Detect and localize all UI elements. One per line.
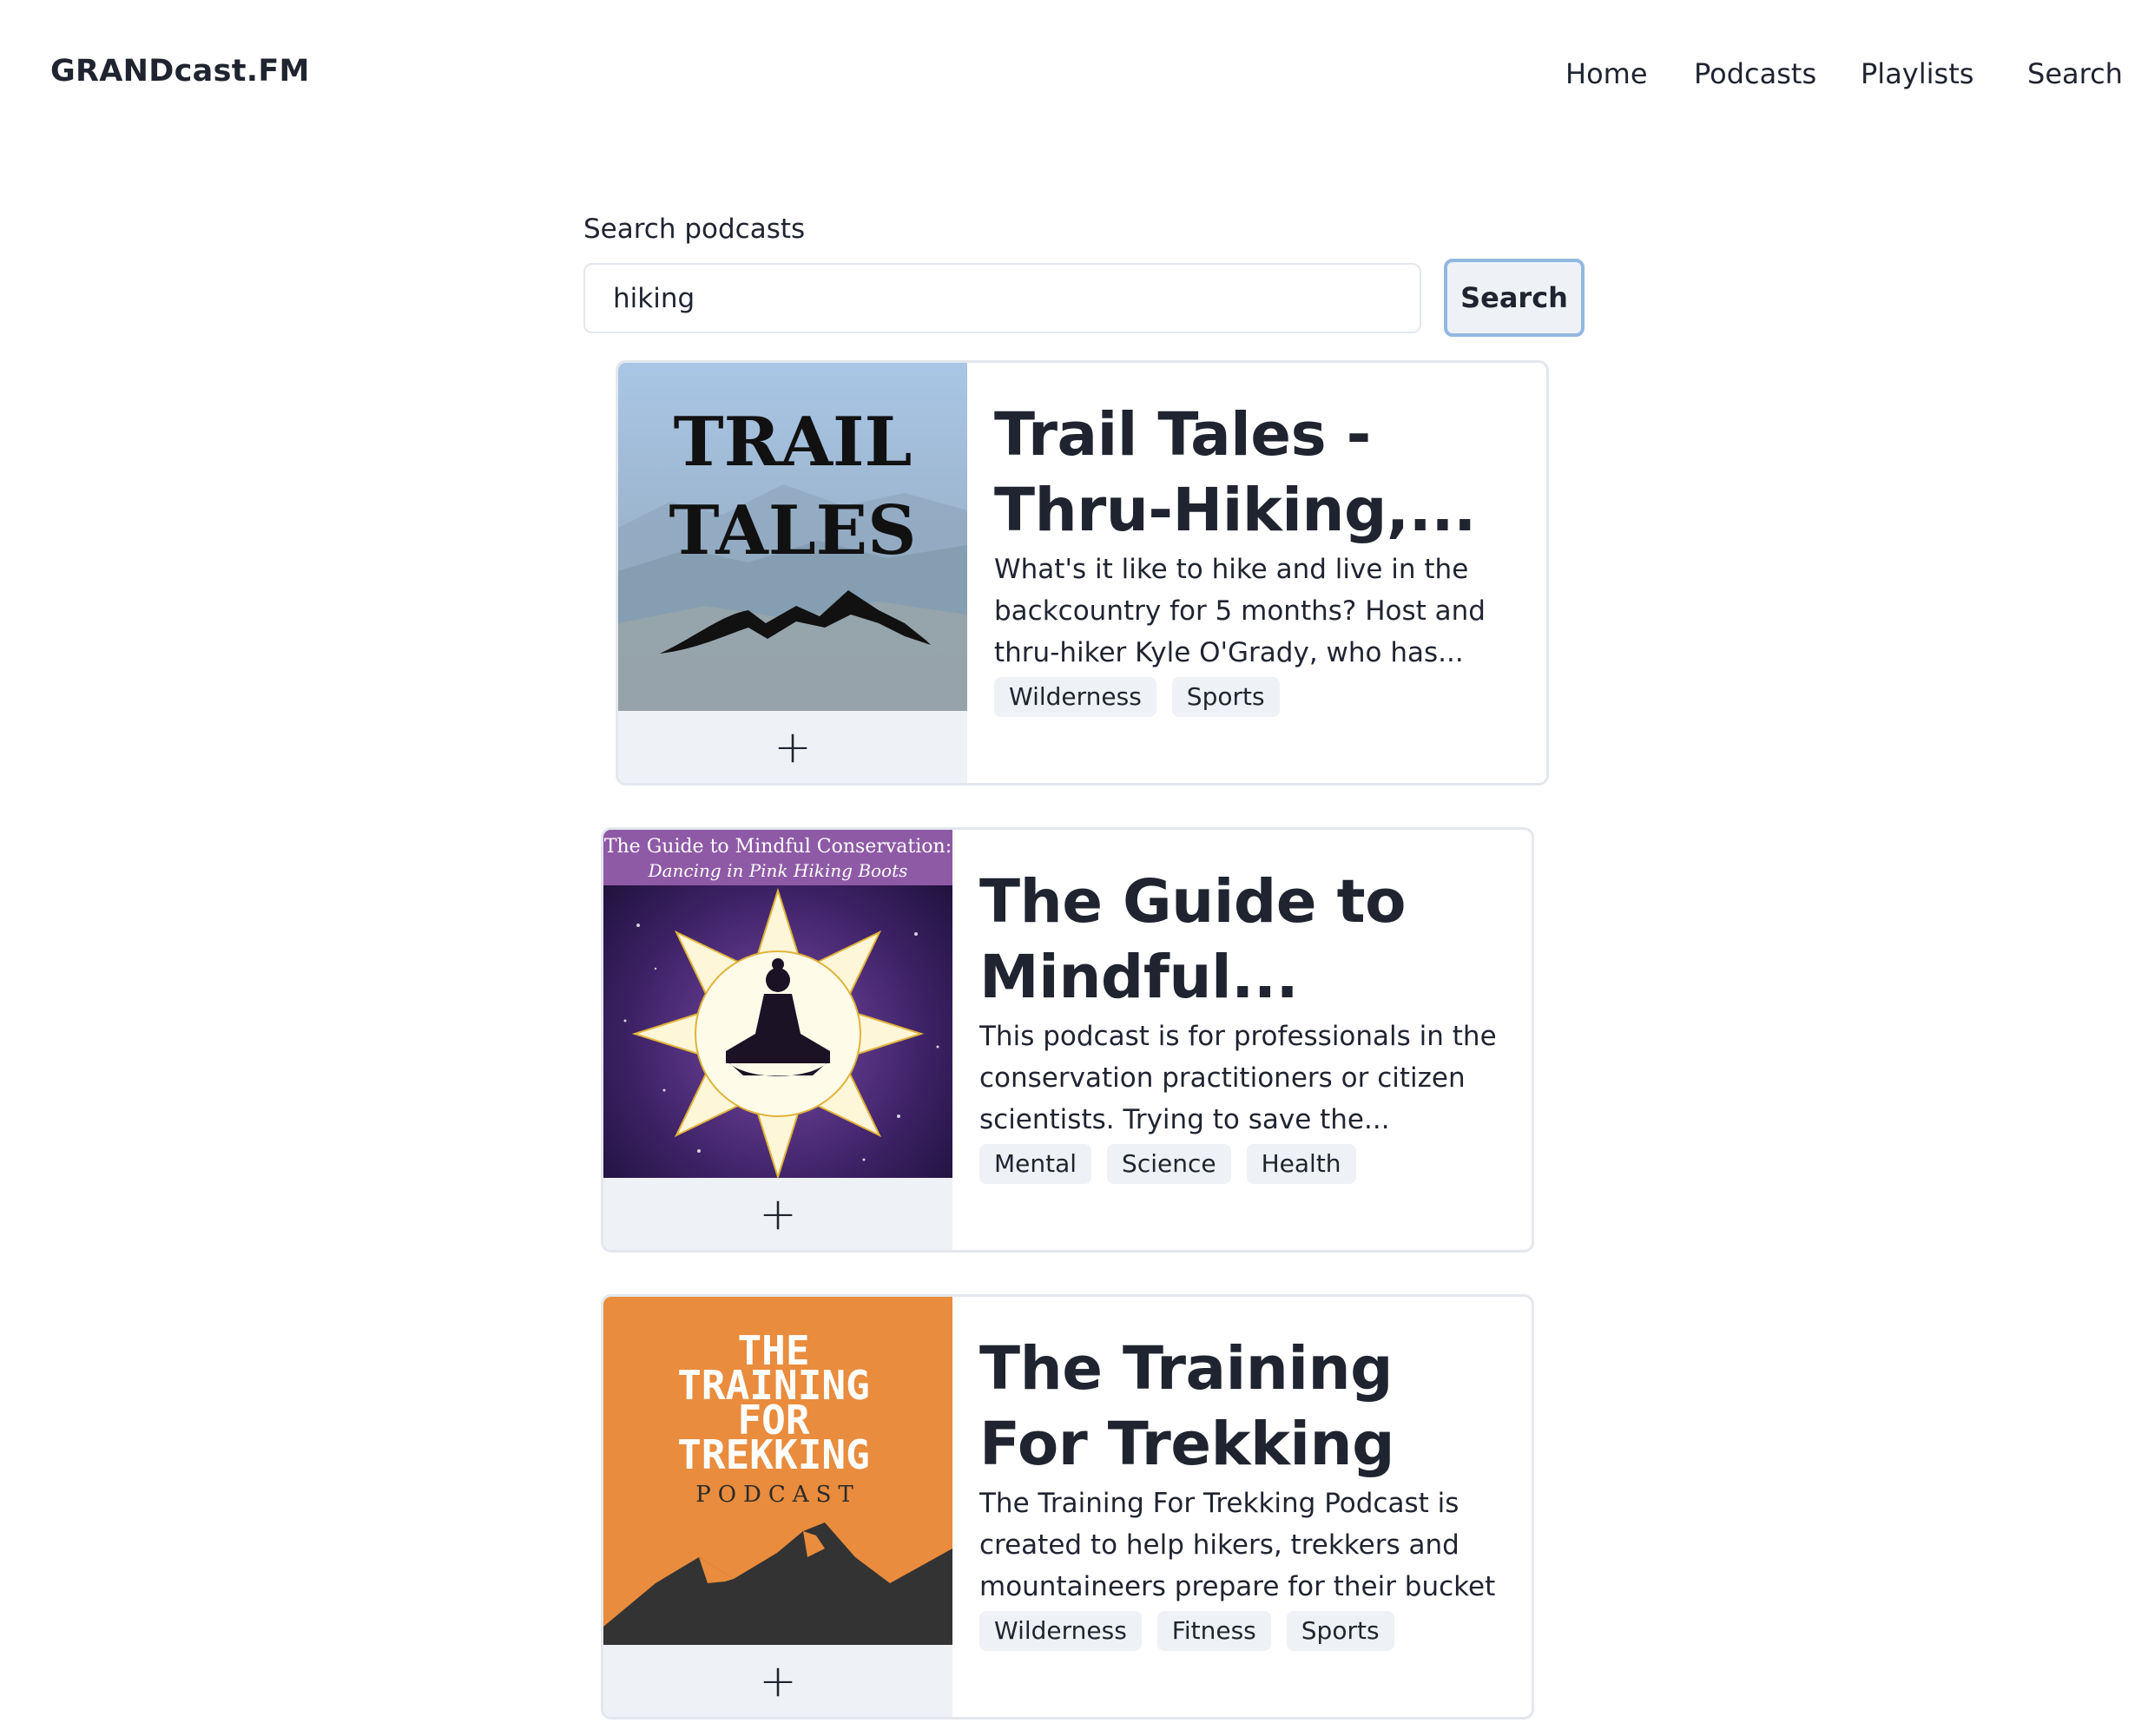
cover-column: THE TRAINING FOR TREKKING PODCAST + [603, 1297, 952, 1717]
nav-search[interactable]: Search [2027, 57, 2123, 90]
cover-title-line: TALES [669, 491, 917, 570]
navbar: GRANDcast.FM Home Podcasts Playlists Sea… [0, 0, 2148, 148]
podcast-description: The Training For Trekking Podcast is cre… [979, 1488, 1496, 1602]
podcast-description: This podcast is for professionals in the… [979, 1021, 1497, 1135]
nav-home[interactable]: Home [1565, 57, 1648, 90]
podcast-title[interactable]: The Guide to Mindful... [979, 865, 1509, 1016]
tag-badge: Mental [979, 1144, 1092, 1184]
cover-title-line: The Guide to Mindful Conservation: [604, 836, 952, 858]
cover-title-line: PODCAST [695, 1482, 860, 1508]
add-to-playlist-button[interactable]: + [618, 711, 967, 783]
tag-badge: Science [1107, 1144, 1231, 1184]
lotus-icon [631, 887, 925, 1178]
podcast-description: What's it like to hike and live in the b… [994, 554, 1486, 668]
tag-badge: Wilderness [994, 677, 1156, 717]
search-input[interactable] [583, 263, 1421, 333]
nav-podcasts[interactable]: Podcasts [1694, 57, 1816, 90]
tag-badge: Sports [1171, 677, 1280, 717]
add-to-playlist-button[interactable]: + [603, 1645, 952, 1717]
cover-title-line: TREKKING [677, 1431, 870, 1478]
cover-column: TRAIL TALES + [618, 363, 967, 783]
cover-title-line: TRAIL [674, 403, 913, 482]
tag-badge: Fitness [1156, 1611, 1271, 1651]
podcast-card[interactable]: THE TRAINING FOR TREKKING PODCAST + The … [601, 1294, 1534, 1720]
podcast-cover-image: TRAIL TALES [618, 363, 967, 711]
search-button[interactable]: Search [1444, 259, 1585, 337]
brand-logo[interactable]: GRANDcast.FM [50, 54, 310, 89]
podcast-title[interactable]: Trail Tales - Thru-Hiking,... [994, 398, 1524, 549]
add-to-playlist-button[interactable]: + [603, 1178, 952, 1250]
search-label: Search podcasts [583, 214, 806, 245]
tag-badge: Health [1246, 1144, 1356, 1184]
podcast-cover-image: THE TRAINING FOR TREKKING PODCAST [603, 1297, 952, 1645]
podcast-card[interactable]: TRAIL TALES + Trail Tales - Thru-Hiking,… [616, 360, 1549, 786]
podcast-cover-image: The Guide to Mindful Conservation: Danci… [603, 830, 952, 1178]
cover-column: The Guide to Mindful Conservation: Danci… [603, 830, 952, 1250]
nav-playlists[interactable]: Playlists [1861, 57, 1973, 90]
tag-badge: Wilderness [979, 1611, 1142, 1651]
tag-badge: Sports [1286, 1611, 1394, 1651]
podcast-card[interactable]: The Guide to Mindful Conservation: Danci… [601, 827, 1534, 1253]
podcast-title[interactable]: The Training For Trekking Podcast [979, 1332, 1509, 1483]
cover-title-line: Dancing in Pink Hiking Boots [648, 860, 908, 881]
